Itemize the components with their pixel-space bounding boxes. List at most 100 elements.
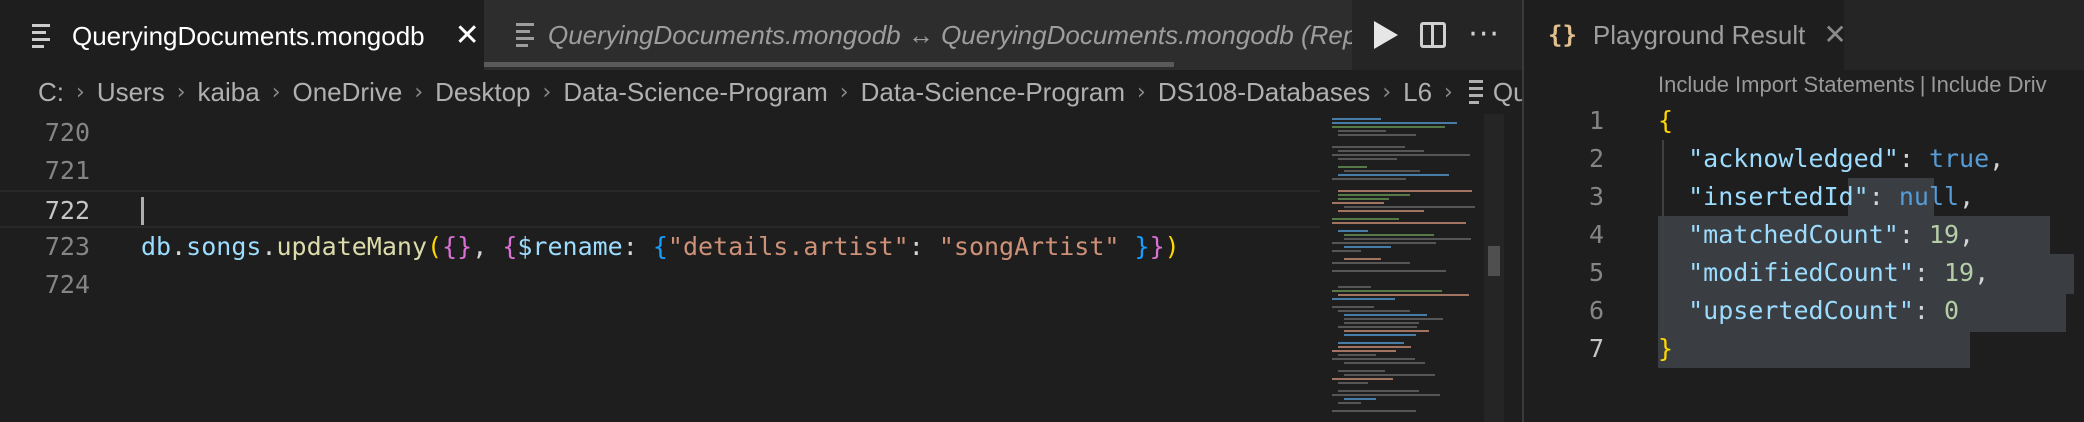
result-line-current[interactable]: 7 } xyxy=(1524,330,2084,368)
chevron-right-icon: › xyxy=(542,79,552,105)
code-token: db xyxy=(141,232,172,261)
json-token: , xyxy=(1974,258,1990,287)
code-token: . xyxy=(171,232,187,261)
chevron-right-icon: › xyxy=(176,79,186,105)
editor-actions: ··· xyxy=(1352,0,1522,70)
minimap-line xyxy=(1338,174,1449,176)
code-token: $rename xyxy=(517,232,623,261)
run-play-icon[interactable] xyxy=(1374,21,1399,49)
json-token: 0 xyxy=(1944,296,1960,325)
line-text: "acknowledged": true, xyxy=(1658,140,2004,178)
vertical-scrollbar[interactable] xyxy=(1484,114,1504,422)
code-token: } xyxy=(457,232,473,261)
result-line[interactable]: 1 { xyxy=(1524,102,2084,140)
code-line[interactable]: 721 xyxy=(0,152,1320,190)
code-token: ) xyxy=(1164,232,1180,261)
minimap-line xyxy=(1344,246,1391,248)
code-editor[interactable]: 720 721 722 723 db.songs.updateMany({}, … xyxy=(0,114,1320,422)
minimap-line xyxy=(1338,286,1371,288)
line-number: 720 xyxy=(44,118,90,147)
chevron-right-icon: › xyxy=(1444,79,1453,105)
breadcrumb-item[interactable]: kaiba xyxy=(198,77,260,108)
minimap-line xyxy=(1344,206,1475,208)
breadcrumb-item[interactable]: OneDrive xyxy=(293,77,403,108)
split-editor-icon[interactable] xyxy=(1420,22,1447,48)
tab-playground-result[interactable]: {} Playground Result ✕ xyxy=(1524,0,1847,70)
code-token: { xyxy=(442,232,458,261)
line-text: } xyxy=(1658,330,1673,368)
line-number: 723 xyxy=(44,232,90,261)
file-lines-icon xyxy=(32,23,58,49)
line-number: 6 xyxy=(1588,296,1604,325)
breadcrumb-item[interactable]: Users xyxy=(97,77,165,108)
json-token: "modifiedCount" xyxy=(1688,258,1914,287)
breadcrumb-item[interactable]: C: xyxy=(38,77,64,108)
code-token: . xyxy=(261,232,277,261)
code-token: : xyxy=(622,232,653,261)
codelens-separator: | xyxy=(1919,72,1926,97)
chevron-right-icon: › xyxy=(414,79,424,105)
code-line-current[interactable]: 722 xyxy=(0,190,1320,228)
minimap-line xyxy=(1344,170,1420,172)
breadcrumb-item[interactable]: DS108-Databases xyxy=(1158,77,1370,108)
close-icon[interactable]: ✕ xyxy=(455,21,480,51)
code-line[interactable]: 723 db.songs.updateMany({}, {$rename: {"… xyxy=(0,228,1320,266)
breadcrumb-item[interactable]: Data-Science-Program xyxy=(861,77,1125,108)
minimap-line xyxy=(1332,202,1384,204)
scrollbar-thumb[interactable] xyxy=(1488,246,1500,276)
json-token: : xyxy=(1913,258,1944,287)
line-text: db.songs.updateMany({}, {$rename: {"deta… xyxy=(141,228,1180,266)
line-number: 2 xyxy=(1588,144,1604,173)
minimap-line xyxy=(1338,210,1424,212)
line-text: { xyxy=(1658,102,1673,140)
tab-label: QueryingDocuments.mongodb ↔ QueryingDocu… xyxy=(548,19,1364,50)
code-line[interactable]: 724 xyxy=(0,266,1320,304)
code-line[interactable]: 720 xyxy=(0,114,1320,152)
minimap-line xyxy=(1332,154,1470,156)
json-token: "insertedId" xyxy=(1688,182,1869,211)
minimap-line xyxy=(1338,402,1361,404)
breadcrumb-item[interactable]: Data-Science-Program xyxy=(563,77,827,108)
breadcrumb-item[interactable]: Desktop xyxy=(435,77,530,108)
result-line[interactable]: 6 "upsertedCount": 0 xyxy=(1524,292,2084,330)
tab-querying-documents[interactable]: QueryingDocuments.mongodb ✕ xyxy=(0,0,484,70)
include-driver-syntax-link[interactable]: Include Driv xyxy=(1931,72,2047,97)
line-number: 3 xyxy=(1588,182,1604,211)
line-number: 4 xyxy=(1588,220,1604,249)
minimap-line xyxy=(1332,358,1415,360)
braces-icon: {} xyxy=(1548,21,1577,49)
line-number: 1 xyxy=(1588,106,1604,135)
minimap-line xyxy=(1338,134,1416,136)
result-line[interactable]: 4 "matchedCount": 19, xyxy=(1524,216,2084,254)
result-line[interactable]: 2 "acknowledged": true, xyxy=(1524,140,2084,178)
minimap-line xyxy=(1332,394,1440,396)
minimap[interactable] xyxy=(1328,114,1484,422)
json-token: : xyxy=(1898,144,1929,173)
json-token: "upsertedCount" xyxy=(1688,296,1914,325)
breadcrumb-item[interactable]: L6 xyxy=(1403,77,1432,108)
result-line[interactable]: 3 "insertedId": null, xyxy=(1524,178,2084,216)
more-actions-icon[interactable]: ··· xyxy=(1468,20,1500,50)
line-text: "upsertedCount": 0 xyxy=(1658,292,1959,330)
code-token: } xyxy=(1134,232,1150,261)
tabs-scrollbar[interactable] xyxy=(484,62,1174,67)
line-text: "modifiedCount": 19, xyxy=(1658,254,1989,292)
tab-diff-view[interactable]: QueryingDocuments.mongodb ↔ QueryingDocu… xyxy=(484,0,1364,70)
json-token: } xyxy=(1658,334,1674,363)
minimap-line xyxy=(1332,250,1361,252)
minimap-line xyxy=(1338,130,1386,132)
code-token: songs xyxy=(186,232,262,261)
json-token: 19 xyxy=(1928,220,1960,249)
include-import-statements-link[interactable]: Include Import Statements xyxy=(1658,72,1915,97)
result-line[interactable]: 5 "modifiedCount": 19, xyxy=(1524,254,2084,292)
json-token: : xyxy=(1898,220,1929,249)
code-token: , xyxy=(472,232,503,261)
line-text: "insertedId": null, xyxy=(1658,178,1974,216)
json-token: 19 xyxy=(1944,258,1975,287)
minimap-line xyxy=(1332,298,1395,300)
line-number: 724 xyxy=(44,270,90,299)
file-lines-icon xyxy=(516,22,534,48)
code-token: "songArtist" xyxy=(938,232,1120,261)
breadcrumb-item[interactable]: Quer xyxy=(1493,77,1522,108)
